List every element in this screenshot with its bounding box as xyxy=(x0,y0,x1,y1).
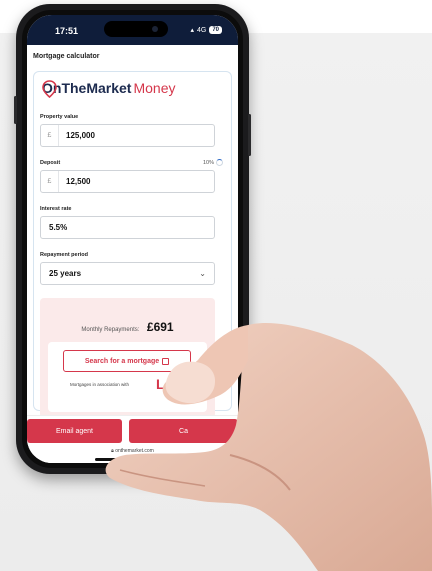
thumbnail xyxy=(165,361,216,404)
hand-illustration xyxy=(105,322,432,571)
hand-palm xyxy=(105,322,432,571)
